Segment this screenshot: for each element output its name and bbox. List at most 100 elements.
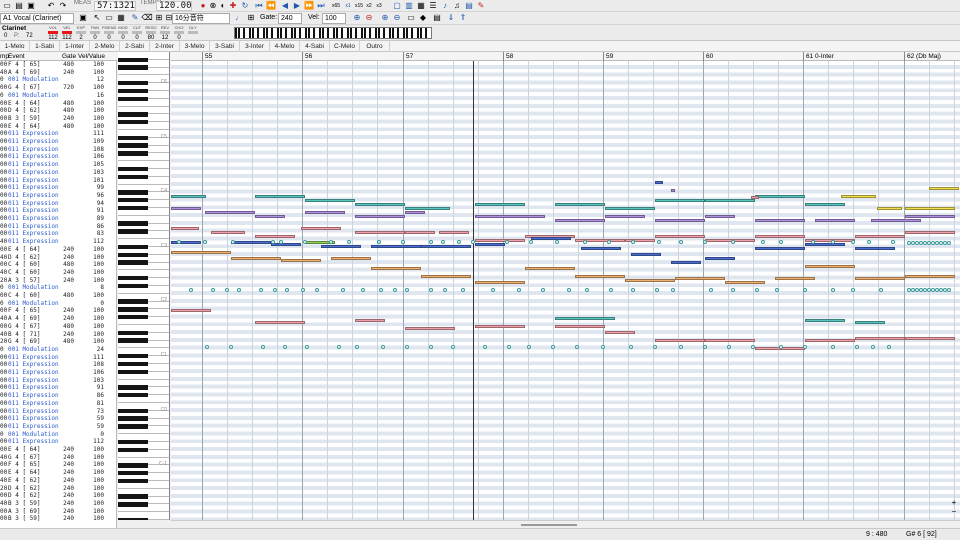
measure-ruler[interactable]: 55 56 57 58 59 60 61 0-Inter 62 (Db Maj) bbox=[171, 52, 960, 61]
note-block[interactable] bbox=[815, 219, 855, 222]
tab-section[interactable]: 1-Melo bbox=[0, 41, 30, 52]
controller-point[interactable] bbox=[361, 288, 365, 292]
black-key[interactable] bbox=[118, 88, 148, 94]
controller-point[interactable] bbox=[377, 240, 381, 244]
controller-point[interactable] bbox=[703, 240, 707, 244]
controller-point[interactable] bbox=[803, 345, 807, 349]
controller-point[interactable] bbox=[679, 240, 683, 244]
note-block[interactable] bbox=[555, 219, 605, 222]
controller-point[interactable] bbox=[891, 240, 895, 244]
piano-roll-icon[interactable]: ▦ bbox=[416, 1, 426, 11]
event-row[interactable]: 00 011 Expression 103 bbox=[0, 169, 116, 177]
note-icon[interactable]: ♩ bbox=[234, 13, 244, 23]
event-row[interactable]: 0 001 Modulation 12 bbox=[0, 76, 116, 84]
note-block[interactable] bbox=[355, 203, 405, 206]
event-row[interactable]: 00 011 Expression 106 bbox=[0, 153, 116, 161]
controller-point[interactable] bbox=[211, 288, 215, 292]
event-list[interactable]: 00 F 4 [ 65] 480 100 40 A 4 [ 69] 240 100 0 001 M… bbox=[0, 61, 117, 528]
controller-point[interactable] bbox=[831, 288, 835, 292]
black-key[interactable] bbox=[118, 478, 148, 484]
controller-point[interactable] bbox=[583, 240, 587, 244]
black-key[interactable] bbox=[118, 229, 148, 234]
black-key[interactable] bbox=[118, 470, 148, 476]
event-row[interactable]: 00 011 Expression 105 bbox=[0, 161, 116, 169]
black-key[interactable] bbox=[118, 119, 148, 125]
note-block[interactable] bbox=[905, 231, 955, 234]
event-row[interactable]: 00 011 Expression 111 bbox=[0, 354, 116, 362]
event-row[interactable]: 00 011 Expression 108 bbox=[0, 146, 116, 154]
note-block[interactable] bbox=[705, 339, 755, 342]
event-row[interactable]: 00 D 4 [ 62] 480 100 bbox=[0, 107, 116, 115]
controller-point[interactable] bbox=[429, 345, 433, 349]
controller-point[interactable] bbox=[231, 240, 235, 244]
piano-roll-grid[interactable] bbox=[171, 61, 960, 520]
note-block[interactable] bbox=[705, 257, 735, 260]
controller-point[interactable] bbox=[851, 288, 855, 292]
vertical-zoom[interactable]: + − bbox=[948, 498, 960, 520]
event-row[interactable]: 0 001 Modulation 24 bbox=[0, 346, 116, 354]
event-row[interactable]: 00 G 4 [ 67] 480 100 bbox=[0, 323, 116, 331]
controller-point[interactable] bbox=[379, 288, 383, 292]
note-block[interactable] bbox=[575, 275, 625, 278]
event-row[interactable]: 00 F 4 [ 65] 240 100 bbox=[0, 307, 116, 315]
note-block[interactable] bbox=[171, 309, 211, 312]
note-block[interactable] bbox=[171, 227, 199, 230]
black-key[interactable] bbox=[118, 463, 148, 468]
black-key[interactable] bbox=[118, 314, 148, 320]
controller-point[interactable] bbox=[237, 288, 241, 292]
note-block[interactable] bbox=[625, 279, 675, 282]
event-row[interactable]: 00 011 Expression 86 bbox=[0, 392, 116, 400]
score-icon[interactable]: ♪ bbox=[440, 1, 450, 11]
controller-point[interactable] bbox=[461, 288, 465, 292]
import-icon[interactable]: ⇓ bbox=[446, 13, 456, 23]
controller-point[interactable] bbox=[401, 240, 405, 244]
note-block[interactable] bbox=[871, 219, 921, 222]
staff-icon[interactable]: ♫ bbox=[452, 1, 462, 11]
measure-marker[interactable]: 56 bbox=[302, 52, 312, 61]
event-row[interactable]: 0 001 Modulation 0 bbox=[0, 431, 116, 439]
tab-section[interactable]: C-Melo bbox=[330, 41, 360, 52]
event-row[interactable]: 00 D 4 [ 62] 240 100 bbox=[0, 492, 116, 500]
controller-point[interactable] bbox=[541, 288, 545, 292]
event-row[interactable]: 00 B 3 [ 59] 240 100 bbox=[0, 515, 116, 523]
step-back-icon[interactable]: ◀ bbox=[280, 1, 290, 11]
save-icon[interactable]: ▣ bbox=[26, 1, 36, 11]
controller-point[interactable] bbox=[273, 288, 277, 292]
black-key[interactable] bbox=[118, 260, 148, 265]
zoom-h-in-icon[interactable]: ⊕ bbox=[380, 13, 390, 23]
note-block[interactable] bbox=[421, 245, 471, 248]
controller-point[interactable] bbox=[457, 240, 461, 244]
event-row[interactable]: 00 011 Expression 83 bbox=[0, 230, 116, 238]
black-key[interactable] bbox=[118, 275, 148, 281]
note-block[interactable] bbox=[905, 215, 955, 218]
note-block[interactable] bbox=[751, 196, 759, 199]
controller-point[interactable] bbox=[887, 345, 891, 349]
black-key[interactable] bbox=[118, 151, 148, 156]
event-row[interactable]: 40 D 4 [ 62] 240 100 bbox=[0, 254, 116, 262]
controller-point[interactable] bbox=[775, 288, 779, 292]
event-row[interactable]: 20 G 4 [ 69] 480 100 bbox=[0, 338, 116, 346]
note-block[interactable] bbox=[671, 261, 701, 264]
measure-marker[interactable]: 62 (Db Maj) bbox=[904, 52, 941, 61]
event-row[interactable]: 00 C 4 [ 60] 480 100 bbox=[0, 261, 116, 269]
controller-point[interactable] bbox=[341, 288, 345, 292]
note-block[interactable] bbox=[855, 247, 895, 250]
controller-point[interactable] bbox=[779, 345, 783, 349]
event-row[interactable]: 20 A 3 [ 57] 240 100 bbox=[0, 277, 116, 285]
controller-point[interactable] bbox=[609, 288, 613, 292]
track-view-icon[interactable]: ▥ bbox=[404, 1, 414, 11]
black-key[interactable] bbox=[118, 135, 148, 141]
note-block[interactable] bbox=[439, 231, 469, 234]
controller-point[interactable] bbox=[393, 288, 397, 292]
black-key[interactable] bbox=[118, 197, 148, 203]
event-row[interactable]: 00 011 Expression 101 bbox=[0, 177, 116, 185]
note-block[interactable] bbox=[705, 239, 755, 242]
black-key[interactable] bbox=[118, 385, 148, 390]
note-block[interactable] bbox=[531, 237, 571, 240]
playback-cursor[interactable] bbox=[473, 61, 474, 520]
meter-rev[interactable]: REV 12 bbox=[158, 25, 172, 41]
controller-point[interactable] bbox=[653, 345, 657, 349]
meter-reso[interactable]: RESO 80 bbox=[144, 25, 158, 41]
note-block[interactable] bbox=[171, 251, 231, 254]
black-key[interactable] bbox=[118, 439, 148, 445]
